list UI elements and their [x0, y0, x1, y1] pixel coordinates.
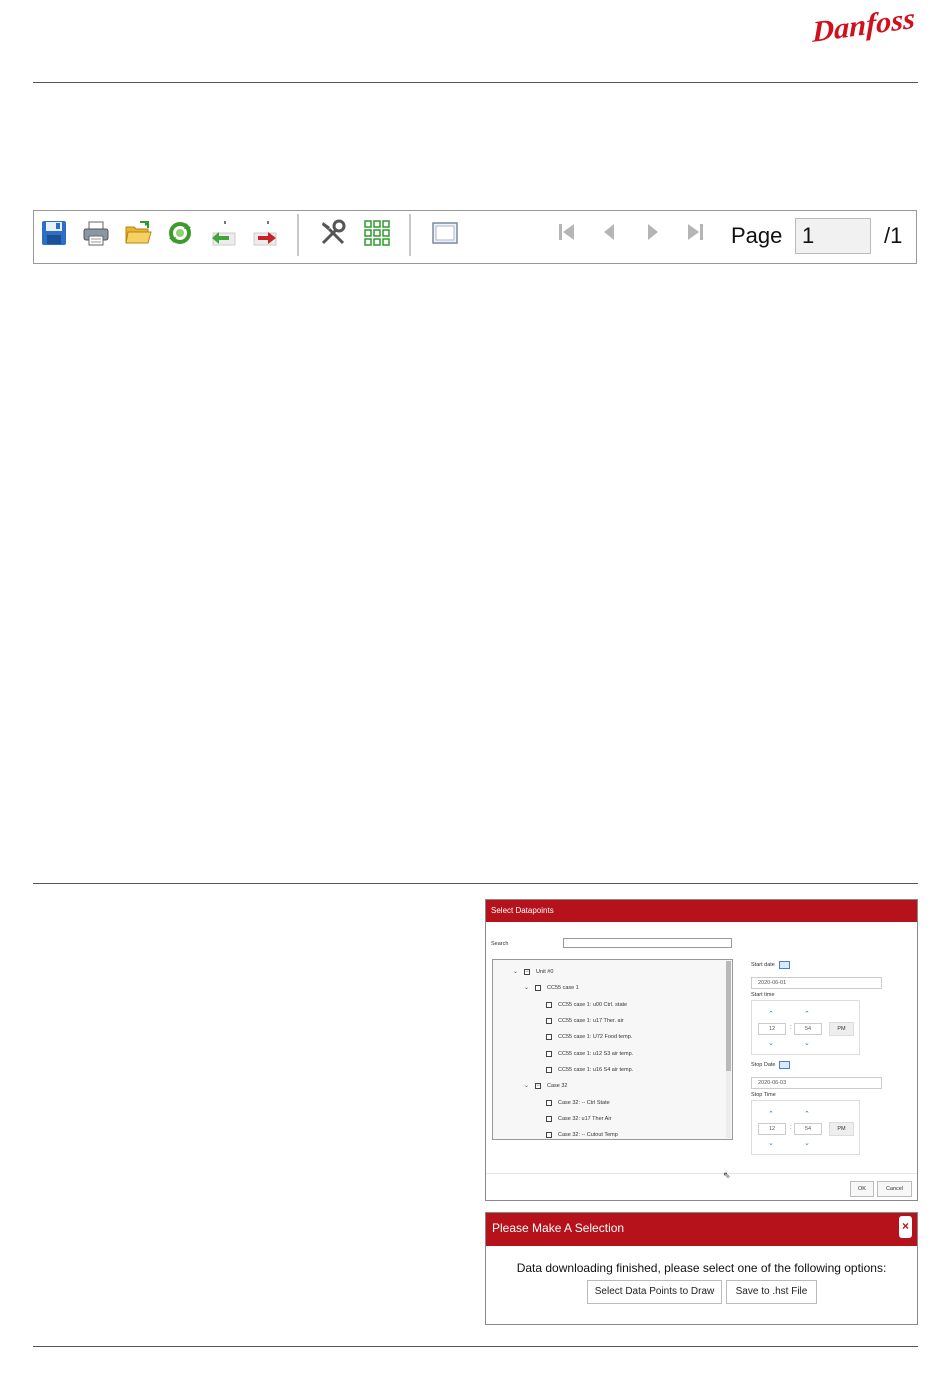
tree-checkbox[interactable]: [535, 985, 541, 991]
stop-ampm-button[interactable]: PM: [829, 1122, 854, 1136]
time-colon: :: [790, 1125, 792, 1131]
stop-date-input[interactable]: 2020-06-03: [751, 1077, 882, 1089]
stop-minute-input[interactable]: 54: [794, 1123, 822, 1135]
mouse-cursor-icon: ⇖: [723, 1170, 731, 1180]
bottom-divider: [33, 1346, 918, 1347]
close-icon[interactable]: ×: [899, 1216, 912, 1238]
tree-node-label: CC55 case 1: u12 S3 air temp.: [558, 1051, 634, 1057]
export-icon[interactable]: [252, 219, 280, 247]
page-number-input[interactable]: [795, 218, 871, 254]
tree-checkbox[interactable]: [546, 1051, 552, 1057]
start-time-label: Start time: [751, 992, 775, 998]
minute-up-icon[interactable]: ⌃: [804, 1011, 810, 1018]
chevron-down-icon[interactable]: ⌄: [513, 969, 519, 975]
tree-checkbox[interactable]: −: [535, 1083, 541, 1089]
tree-checkbox[interactable]: [546, 1018, 552, 1024]
dialog-header: Select Datapoints: [486, 900, 917, 922]
tree-node-label: Case 32: -- Cutout Temp: [558, 1132, 618, 1138]
grid-icon[interactable]: [363, 219, 391, 247]
fit-page-icon[interactable]: [431, 219, 459, 247]
refresh-icon[interactable]: [166, 219, 194, 247]
danfoss-logo: Danfoss: [812, 2, 915, 48]
tree-checkbox[interactable]: [546, 1067, 552, 1073]
tree-scrollbar-thumb[interactable]: [726, 961, 731, 1071]
selection-dialog: Please Make A Selection × Data downloadi…: [485, 1212, 918, 1325]
start-hour-input[interactable]: 12: [758, 1023, 786, 1035]
start-ampm-button[interactable]: PM: [829, 1022, 854, 1036]
toolbar-separator: [297, 214, 299, 256]
chevron-down-icon[interactable]: ⌄: [524, 1083, 530, 1089]
datapoint-tree[interactable]: ⌄ − Unit #0 ⌄ CC55 case 1 CC55 case 1: u…: [492, 959, 733, 1140]
calendar-icon[interactable]: [779, 1061, 790, 1069]
start-time-picker: ⌃ ⌃ 12 : 54 PM ⌄ ⌄: [751, 1000, 860, 1055]
tree-node-label: Case 32: u17 Ther Air: [558, 1116, 612, 1122]
tree-checkbox[interactable]: [546, 1132, 552, 1138]
page-label: Page: [731, 223, 783, 248]
start-date-input[interactable]: 2020-06-01: [751, 977, 882, 989]
stop-date-label: Stop Date: [751, 1062, 776, 1068]
save-hst-button[interactable]: Save to .hst File: [726, 1280, 817, 1304]
time-colon: :: [790, 1025, 792, 1031]
page-total: /1: [884, 223, 903, 248]
report-toolbar: Page /1: [33, 210, 917, 264]
tree-checkbox[interactable]: [546, 1034, 552, 1040]
tree-checkbox[interactable]: [546, 1116, 552, 1122]
select-data-points-button[interactable]: Select Data Points to Draw: [587, 1280, 722, 1304]
tree-node-label: CC55 case 1: U72 Food temp.: [558, 1034, 633, 1040]
print-icon[interactable]: [82, 219, 110, 247]
tree-node-label: Unit #0: [536, 969, 554, 975]
hour-up-icon[interactable]: ⌃: [768, 1011, 774, 1018]
stop-hour-input[interactable]: 12: [758, 1123, 786, 1135]
cancel-button[interactable]: Cancel: [877, 1181, 912, 1197]
open-folder-icon[interactable]: [124, 219, 152, 247]
tree-checkbox[interactable]: [546, 1100, 552, 1106]
import-icon[interactable]: [209, 219, 237, 247]
tree-checkbox[interactable]: [546, 1002, 552, 1008]
save-icon[interactable]: [40, 219, 68, 247]
tree-node-label: Case 32: -- Ctrl State: [558, 1100, 610, 1106]
select-datapoints-dialog: Select Datapoints Search ⌄ − Unit #0 ⌄ C…: [485, 899, 918, 1201]
tree-node-label: CC55 case 1: u00 Ctrl. state: [558, 1002, 628, 1008]
hour-down-icon[interactable]: ⌄: [768, 1040, 774, 1047]
logo-text: Danfoss: [812, 2, 915, 48]
start-minute-input[interactable]: 54: [794, 1023, 822, 1035]
middle-divider: [33, 883, 918, 884]
last-page-icon[interactable]: [684, 221, 706, 243]
start-date-label: Start date: [751, 962, 775, 968]
calendar-icon[interactable]: [779, 961, 790, 969]
dialog-title: Select Datapoints: [491, 906, 554, 915]
stop-time-label: Stop Time: [751, 1092, 776, 1098]
tree-node-label: CC55 case 1: u16 S4 air temp.: [558, 1067, 634, 1073]
dialog-message: Data downloading finished, please select…: [516, 1261, 887, 1275]
hour-up-icon[interactable]: ⌃: [768, 1111, 774, 1118]
minute-down-icon[interactable]: ⌄: [804, 1040, 810, 1047]
minute-down-icon[interactable]: ⌄: [804, 1140, 810, 1147]
top-divider: [33, 82, 918, 83]
stop-time-picker: ⌃ ⌃ 12 : 54 PM ⌄ ⌄: [751, 1100, 860, 1155]
tools-icon[interactable]: [319, 219, 347, 247]
hour-down-icon[interactable]: ⌄: [768, 1140, 774, 1147]
first-page-icon[interactable]: [556, 221, 578, 243]
search-label: Search: [491, 941, 509, 947]
tree-checkbox[interactable]: −: [524, 969, 530, 975]
dialog-header: Please Make A Selection ×: [486, 1213, 917, 1246]
prev-page-icon[interactable]: [599, 221, 621, 243]
tree-node-label: CC55 case 1: [547, 985, 579, 991]
dialog-title: Please Make A Selection: [492, 1221, 625, 1235]
ok-button[interactable]: OK: [850, 1181, 874, 1197]
toolbar-separator: [409, 214, 411, 256]
tree-node-label: Case 32: [547, 1083, 568, 1089]
dialog-footer-divider: [486, 1173, 917, 1174]
next-page-icon[interactable]: [641, 221, 663, 243]
chevron-down-icon[interactable]: ⌄: [524, 985, 530, 991]
minute-up-icon[interactable]: ⌃: [804, 1111, 810, 1118]
tree-node-label: CC55 case 1: u17 Ther. air: [558, 1018, 624, 1024]
search-input[interactable]: [563, 938, 732, 948]
